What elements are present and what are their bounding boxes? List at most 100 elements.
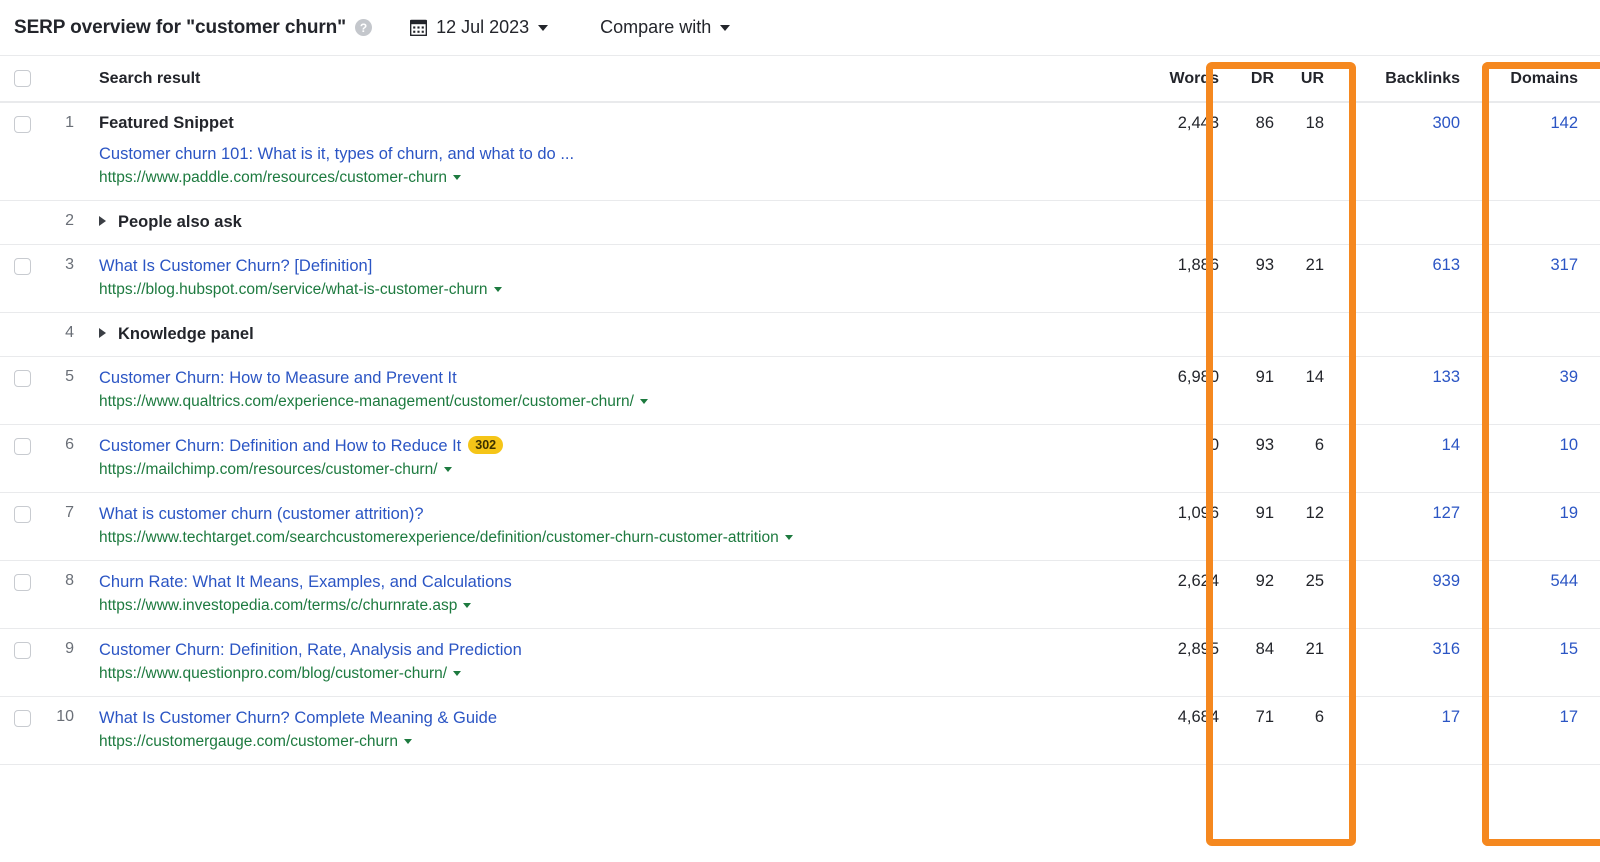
backlinks-value[interactable]: 300 <box>1342 103 1482 133</box>
result-title-link[interactable]: What Is Customer Churn? Complete Meaning… <box>99 707 497 729</box>
row-select-checkbox[interactable] <box>14 116 31 133</box>
result-title-line: Customer Churn: Definition and How to Re… <box>99 435 1130 457</box>
dr-value <box>1228 313 1286 324</box>
compare-with-dropdown[interactable]: Compare with <box>600 17 730 38</box>
domains-value[interactable]: 39 <box>1482 357 1600 387</box>
result-title-link[interactable]: Customer Churn: How to Measure and Preve… <box>99 367 457 389</box>
backlinks-value[interactable]: 316 <box>1342 629 1482 659</box>
domains-value[interactable]: 15 <box>1482 629 1600 659</box>
search-result-cell: Customer Churn: How to Measure and Preve… <box>86 357 1130 424</box>
row-select-checkbox[interactable] <box>14 642 31 659</box>
question-mark-icon[interactable]: ? <box>355 19 372 36</box>
result-title-link[interactable]: Customer Churn: Definition and How to Re… <box>99 435 461 457</box>
table-body: 1 Featured Snippet Customer churn 101: Wha… <box>0 102 1600 765</box>
backlinks-value[interactable]: 127 <box>1342 493 1482 523</box>
result-title-link[interactable]: What Is Customer Churn? [Definition] <box>99 255 372 277</box>
backlinks-value[interactable]: 133 <box>1342 357 1482 387</box>
ur-value: 12 <box>1286 493 1342 523</box>
result-title-link[interactable]: Customer Churn: Definition, Rate, Analys… <box>99 639 522 661</box>
chevron-down-icon <box>538 25 548 31</box>
column-header-ur[interactable]: UR <box>1286 70 1342 88</box>
row-select-checkbox[interactable] <box>14 258 31 275</box>
domains-value[interactable]: 19 <box>1482 493 1600 523</box>
url-menu-caret-icon[interactable] <box>404 739 412 744</box>
domains-value[interactable]: 142 <box>1482 103 1600 133</box>
date-picker[interactable]: 12 Jul 2023 <box>410 17 548 38</box>
domains-value[interactable]: 17 <box>1482 697 1600 727</box>
result-url-line: https://www.qualtrics.com/experience-man… <box>99 392 1130 412</box>
http-status-badge[interactable]: 302 <box>468 436 503 454</box>
result-title-line: Customer Churn: How to Measure and Preve… <box>99 367 1130 389</box>
backlinks-value[interactable]: 939 <box>1342 561 1482 591</box>
result-url-link[interactable]: https://www.questionpro.com/blog/custome… <box>99 665 447 682</box>
result-url-line: https://mailchimp.com/resources/customer… <box>99 460 1130 480</box>
row-select-checkbox[interactable] <box>14 506 31 523</box>
domains-value[interactable]: 10 <box>1482 425 1600 455</box>
row-select-checkbox[interactable] <box>14 370 31 387</box>
table-row: 7What is customer churn (customer attrit… <box>0 492 1600 560</box>
expand-triangle-icon[interactable] <box>99 328 106 338</box>
column-header-dr[interactable]: DR <box>1228 70 1286 88</box>
backlinks-value <box>1342 313 1482 324</box>
table-row: 5Customer Churn: How to Measure and Prev… <box>0 356 1600 424</box>
words-value: 2,624 <box>1130 561 1228 591</box>
serp-results-table: Search result Words DR UR Backlinks Doma… <box>0 55 1600 765</box>
serp-feature-label[interactable]: People also ask <box>118 213 242 231</box>
expand-triangle-icon[interactable] <box>99 216 106 226</box>
result-title-link[interactable]: What is customer churn (customer attriti… <box>99 503 424 525</box>
row-select-cell <box>0 425 44 455</box>
url-menu-caret-icon[interactable] <box>453 175 461 180</box>
url-menu-caret-icon[interactable] <box>494 287 502 292</box>
page-title: SERP overview for "customer churn" <box>14 17 346 39</box>
search-result-cell: Featured Snippet Customer churn 101: What… <box>86 103 1130 200</box>
dr-value: 91 <box>1228 493 1286 523</box>
result-title-link[interactable]: Churn Rate: What It Means, Examples, and… <box>99 571 512 593</box>
serp-feature-label[interactable]: Knowledge panel <box>118 325 254 343</box>
url-menu-caret-icon[interactable] <box>463 603 471 608</box>
row-select-cell <box>0 245 44 275</box>
result-title-link[interactable]: Customer churn 101: What is it, types of… <box>99 143 574 165</box>
selected-date: 12 Jul 2023 <box>436 17 529 38</box>
row-rank: 1 <box>44 103 86 132</box>
row-rank: 8 <box>44 561 86 590</box>
column-header-words[interactable]: Words <box>1130 70 1228 88</box>
column-header-backlinks[interactable]: Backlinks <box>1342 70 1482 88</box>
url-menu-caret-icon[interactable] <box>453 671 461 676</box>
backlinks-value[interactable]: 613 <box>1342 245 1482 275</box>
row-rank: 2 <box>44 201 86 230</box>
dr-value: 93 <box>1228 245 1286 275</box>
result-url-link[interactable]: https://www.qualtrics.com/experience-man… <box>99 393 634 410</box>
result-url-link[interactable]: https://blog.hubspot.com/service/what-is… <box>99 281 488 298</box>
row-select-checkbox[interactable] <box>14 574 31 591</box>
words-value: 1,096 <box>1130 493 1228 523</box>
result-title-line: What Is Customer Churn? [Definition] <box>99 255 1130 277</box>
row-select-checkbox[interactable] <box>14 438 31 455</box>
domains-value[interactable]: 317 <box>1482 245 1600 275</box>
ur-value: 25 <box>1286 561 1342 591</box>
backlinks-value[interactable]: 14 <box>1342 425 1482 455</box>
result-title-line: Churn Rate: What It Means, Examples, and… <box>99 571 1130 593</box>
result-url-link[interactable]: https://www.paddle.com/resources/custome… <box>99 169 447 186</box>
row-select-checkbox[interactable] <box>14 710 31 727</box>
select-all-checkbox[interactable] <box>14 70 31 87</box>
search-result-cell: What Is Customer Churn? Complete Meaning… <box>86 697 1130 764</box>
table-header-row: Search result Words DR UR Backlinks Doma… <box>0 55 1600 102</box>
words-value: 6,980 <box>1130 357 1228 387</box>
result-url-link[interactable]: https://www.investopedia.com/terms/c/chu… <box>99 597 457 614</box>
dr-value: 84 <box>1228 629 1286 659</box>
url-menu-caret-icon[interactable] <box>640 399 648 404</box>
url-menu-caret-icon[interactable] <box>444 467 452 472</box>
domains-value[interactable]: 544 <box>1482 561 1600 591</box>
column-header-domains[interactable]: Domains <box>1482 70 1600 88</box>
result-url-link[interactable]: https://customergauge.com/customer-churn <box>99 733 398 750</box>
result-url-link[interactable]: https://mailchimp.com/resources/customer… <box>99 461 438 478</box>
backlinks-value[interactable]: 17 <box>1342 697 1482 727</box>
serp-feature-label: Featured Snippet <box>99 113 1130 133</box>
result-title-line: What is customer churn (customer attriti… <box>99 503 1130 525</box>
result-url-link[interactable]: https://www.techtarget.com/searchcustome… <box>99 529 779 546</box>
row-select-cell <box>0 697 44 727</box>
ur-value: 14 <box>1286 357 1342 387</box>
dr-value <box>1228 201 1286 212</box>
url-menu-caret-icon[interactable] <box>785 535 793 540</box>
column-header-search-result[interactable]: Search result <box>86 70 1130 88</box>
